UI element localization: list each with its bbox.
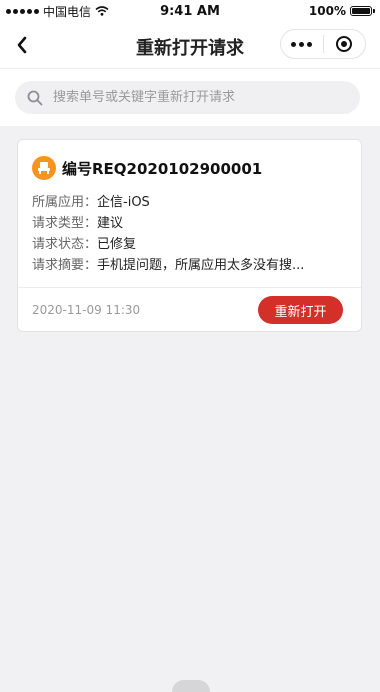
- field-value: 手机提问题，所属应用太多没有搜...: [97, 258, 305, 273]
- more-button[interactable]: [281, 30, 323, 58]
- carrier-label: 中国电信: [43, 4, 92, 19]
- user-seat-icon: [38, 162, 50, 174]
- close-button[interactable]: [324, 30, 366, 58]
- request-timestamp: 2020-11-09 11:30: [32, 303, 141, 317]
- search-icon: [27, 90, 43, 105]
- card-footer: 2020-11-09 11:30 重新打开: [32, 288, 343, 332]
- battery-level: [352, 8, 370, 14]
- search-section: [0, 68, 380, 126]
- field-status: 请求状态：已修复: [32, 234, 349, 255]
- mini-program-capsule: [280, 29, 366, 59]
- field-type: 请求类型：建议: [32, 213, 349, 234]
- battery-icon: [350, 6, 375, 16]
- target-close-icon: [336, 36, 353, 52]
- field-value: 建议: [97, 216, 124, 231]
- signal-icon: [6, 8, 39, 14]
- more-dots-icon: [291, 41, 297, 47]
- field-value: 已修复: [97, 237, 137, 252]
- field-label: 请求类型：: [32, 216, 98, 231]
- carrier-group: 中国电信: [0, 3, 109, 20]
- status-bar: 中国电信 9:41 AM 100%: [0, 0, 380, 22]
- search-input[interactable]: [51, 89, 355, 106]
- reopen-button[interactable]: 重新打开: [258, 296, 343, 324]
- nav-bar: 重新打开请求: [0, 22, 380, 68]
- request-id: 编号REQ2020102900001: [62, 159, 263, 178]
- card-header: 编号REQ2020102900001: [32, 156, 262, 180]
- field-value: 企信-iOS: [97, 195, 150, 210]
- field-label: 请求摘要：: [32, 258, 98, 273]
- field-summary: 请求摘要：手机提问题，所属应用太多没有搜...: [32, 255, 349, 276]
- home-indicator: [172, 680, 210, 692]
- field-label: 请求状态：: [32, 237, 98, 252]
- request-fields: 所属应用：企信-iOS 请求类型：建议 请求状态：已修复 请求摘要：手机提问题，…: [32, 192, 349, 276]
- search-bar[interactable]: [15, 81, 360, 114]
- wifi-icon: [95, 6, 109, 16]
- battery-group: 100%: [309, 4, 380, 18]
- request-card[interactable]: 编号REQ2020102900001 所属应用：企信-iOS 请求类型：建议 请…: [17, 139, 362, 332]
- battery-percent: 100%: [308, 4, 346, 18]
- field-label: 所属应用：: [32, 195, 98, 210]
- field-app: 所属应用：企信-iOS: [32, 192, 349, 213]
- avatar: [32, 156, 56, 180]
